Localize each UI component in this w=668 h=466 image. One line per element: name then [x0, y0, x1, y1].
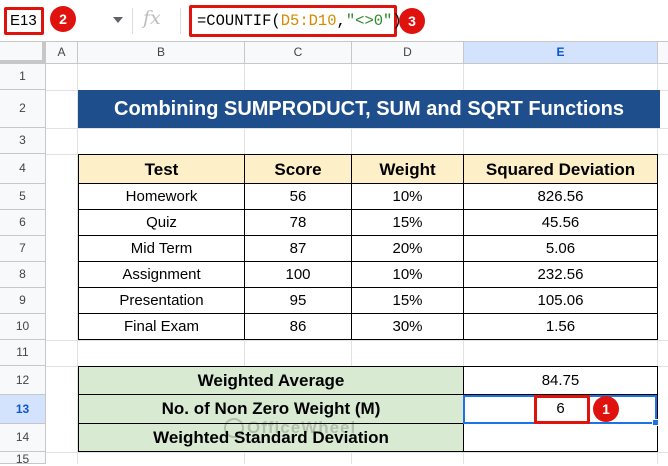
annotation-badge-2: 2: [50, 6, 76, 32]
formula-prefix: =COUNTIF(: [197, 12, 281, 30]
divider: [180, 8, 181, 34]
table-cell[interactable]: 87: [245, 236, 352, 262]
table-cell[interactable]: Homework: [78, 184, 245, 210]
table-cell[interactable]: 86: [245, 314, 352, 340]
table-cell[interactable]: 105.06: [464, 288, 658, 314]
watermark-logo-icon: [224, 418, 244, 438]
annotation-badge-3: 3: [399, 8, 425, 34]
table-cell[interactable]: 10%: [352, 262, 464, 288]
row-header-13[interactable]: 13: [0, 395, 46, 424]
highlight-box: [534, 395, 590, 424]
row-header-1[interactable]: 1: [0, 64, 46, 90]
table-cell[interactable]: Assignment: [78, 262, 245, 288]
watermark: OfficeWheel: [247, 418, 357, 437]
sheet-title: Combining SUMPRODUCT, SUM and SQRT Funct…: [78, 90, 660, 128]
annotation-badge-1: 1: [593, 396, 619, 422]
gridline: [46, 128, 668, 129]
row-header-2[interactable]: 2: [0, 90, 46, 128]
header-weight[interactable]: Weight: [352, 154, 464, 184]
table-cell[interactable]: Presentation: [78, 288, 245, 314]
table-cell[interactable]: 56: [245, 184, 352, 210]
row-header-8[interactable]: 8: [0, 262, 46, 288]
formula-criteria: "<>0": [345, 12, 393, 30]
table-cell[interactable]: 5.06: [464, 236, 658, 262]
row-header-15[interactable]: 15: [0, 452, 46, 466]
table-cell[interactable]: 15%: [352, 288, 464, 314]
table-cell[interactable]: 45.56: [464, 210, 658, 236]
row-header-10[interactable]: 10: [0, 314, 46, 340]
row-header-7[interactable]: 7: [0, 236, 46, 262]
gridline: [46, 452, 668, 453]
table-cell[interactable]: 95: [245, 288, 352, 314]
table-cell[interactable]: 1.56: [464, 314, 658, 340]
name-box[interactable]: E13: [4, 7, 44, 35]
weighted-average-value[interactable]: 84.75: [464, 366, 658, 395]
chevron-down-icon[interactable]: [113, 17, 123, 23]
gridline: [46, 340, 668, 341]
column-header-a[interactable]: A: [46, 42, 78, 64]
column-header-f[interactable]: [658, 42, 668, 64]
column-header-b[interactable]: B: [78, 42, 245, 64]
formula-range: D5:D10: [280, 12, 337, 30]
header-score[interactable]: Score: [245, 154, 352, 184]
row-header-6[interactable]: 6: [0, 210, 46, 236]
row-header-5[interactable]: 5: [0, 184, 46, 210]
formula-input[interactable]: =COUNTIF(D5:D10,"<>0"): [189, 5, 402, 37]
column-header-c[interactable]: C: [245, 42, 352, 64]
table-cell[interactable]: 232.56: [464, 262, 658, 288]
formula-comma: ,: [336, 12, 346, 30]
table-cell[interactable]: 78: [245, 210, 352, 236]
formula-bar: E13 2 fx =COUNTIF(D5:D10,"<>0") 3: [0, 0, 668, 42]
divider: [132, 8, 133, 34]
column-header-d[interactable]: D: [352, 42, 464, 64]
table-cell[interactable]: 15%: [352, 210, 464, 236]
row-header-4[interactable]: 4: [0, 154, 46, 184]
row-header-14[interactable]: 14: [0, 424, 46, 452]
column-header-e[interactable]: E: [464, 42, 658, 64]
table-cell[interactable]: 826.56: [464, 184, 658, 210]
table-cell[interactable]: Quiz: [78, 210, 245, 236]
header-squared-deviation[interactable]: Squared Deviation: [464, 154, 658, 184]
weighted-std-dev-value[interactable]: [464, 424, 658, 452]
table-cell[interactable]: 20%: [352, 236, 464, 262]
table-cell[interactable]: 30%: [352, 314, 464, 340]
column-headers: A B C D E: [0, 42, 668, 64]
table-cell[interactable]: 100: [245, 262, 352, 288]
table-cell[interactable]: Final Exam: [78, 314, 245, 340]
table-cell[interactable]: 10%: [352, 184, 464, 210]
row-header-9[interactable]: 9: [0, 288, 46, 314]
fill-handle[interactable]: [652, 419, 659, 426]
select-all-corner[interactable]: [0, 42, 46, 64]
row-header-11[interactable]: 11: [0, 340, 46, 366]
row-header-12[interactable]: 12: [0, 366, 46, 395]
row-header-3[interactable]: 3: [0, 128, 46, 154]
function-icon: fx: [143, 7, 161, 29]
table-cell[interactable]: Mid Term: [78, 236, 245, 262]
header-test[interactable]: Test: [78, 154, 245, 184]
weighted-average-label[interactable]: Weighted Average: [78, 366, 464, 395]
